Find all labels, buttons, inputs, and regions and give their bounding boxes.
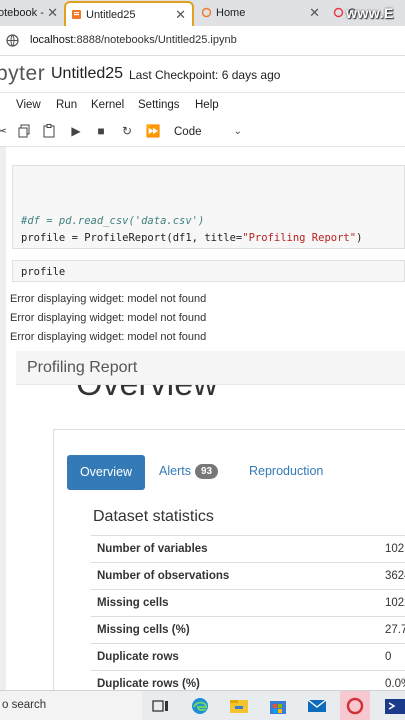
notebook-page: #df = pd.read_csv('data.csv') profile = … — [6, 147, 405, 690]
jupyter-tab-icon — [72, 10, 81, 19]
close-icon[interactable]: ✕ — [175, 3, 186, 26]
notebook-area: #df = pd.read_csv('data.csv') profile = … — [0, 147, 405, 690]
stat-value: 3624 — [385, 570, 405, 582]
cut-icon[interactable]: ✂ — [0, 123, 10, 139]
tab-reproduction[interactable]: Reproduction — [249, 464, 323, 478]
alerts-count-badge: 93 — [194, 464, 219, 479]
taskbar-search[interactable]: o search — [0, 691, 142, 720]
browser-tab-notebook[interactable]: otebook - ✕ — [0, 1, 62, 26]
table-row: Missing cells 1022 — [91, 589, 405, 616]
stat-label: Number of variables — [97, 543, 208, 555]
tab-alerts-label: Alerts — [159, 464, 191, 478]
error-message: Error displaying widget: model not found — [10, 293, 207, 305]
run-icon[interactable]: ▶ — [68, 123, 84, 139]
stat-value: 102 — [385, 543, 405, 555]
powershell-icon[interactable] — [383, 696, 405, 716]
menu-settings[interactable]: Settings — [138, 99, 180, 111]
close-icon[interactable]: ✕ — [47, 1, 58, 25]
browser-tab-bar: otebook - ✕ Untitled25 ✕ Home ✕ C www.E — [0, 0, 405, 26]
copy-icon[interactable] — [16, 123, 32, 139]
stat-label: Duplicate rows (%) — [97, 678, 200, 690]
page-icon — [333, 7, 344, 18]
stat-label: Number of observations — [97, 570, 230, 582]
dataset-statistics-title: Dataset statistics — [93, 508, 214, 525]
tab-overview[interactable]: Overview — [67, 455, 145, 490]
tab-alerts[interactable]: Alerts 93 — [159, 464, 219, 479]
code-comment: #df = pd.read_csv('data.csv') — [21, 215, 205, 227]
task-view-icon[interactable] — [150, 696, 172, 716]
paste-icon[interactable] — [41, 123, 57, 139]
browser-tab-home[interactable]: Home ✕ — [196, 1, 326, 26]
last-checkpoint: Last Checkpoint: 6 days ago — [129, 68, 281, 82]
stop-icon[interactable]: ■ — [93, 123, 109, 139]
edge-icon[interactable] — [189, 696, 211, 716]
site-info-icon[interactable] — [6, 34, 19, 47]
table-row: Number of variables 102 — [91, 535, 405, 562]
address-bar[interactable]: localhost:8888/notebooks/Untitled25.ipyn… — [0, 26, 405, 56]
code-cell[interactable]: #df = pd.read_csv('data.csv') profile = … — [12, 165, 405, 249]
tab-label: otebook - — [0, 7, 44, 19]
stat-value: 27.7% — [385, 624, 405, 636]
report-title[interactable]: Profiling Report — [27, 359, 137, 377]
app-icon-active[interactable] — [340, 691, 370, 720]
url-host: localhost — [30, 34, 74, 46]
jupyter-tab-icon — [201, 7, 212, 18]
url-path: :8888/notebooks/Untitled25.ipynb — [73, 34, 237, 46]
menu-view[interactable]: View — [16, 99, 41, 111]
stat-value: 0.0% — [385, 678, 405, 690]
jupyter-header: pyter Untitled25 Last Checkpoint: 6 days… — [0, 56, 405, 93]
menu-kernel[interactable]: Kernel — [91, 99, 124, 111]
table-row: Number of observations 3624 — [91, 562, 405, 589]
cell-type-value: Code — [174, 126, 202, 138]
code-cell[interactable]: profile — [12, 260, 405, 282]
notebook-title[interactable]: Untitled25 — [51, 65, 123, 83]
error-message: Error displaying widget: model not found — [10, 312, 207, 324]
code-line: profile = ProfileReport(df1, title="Prof… — [21, 232, 362, 244]
file-explorer-icon[interactable] — [228, 696, 250, 716]
code-string: "Profiling Report" — [242, 232, 357, 244]
mail-icon[interactable] — [306, 696, 328, 716]
tab-label: Home — [216, 7, 246, 19]
restart-icon[interactable]: ↻ — [119, 123, 135, 139]
overview-panel: Overview Alerts 93 Reproduction Dataset s… — [53, 429, 405, 690]
code-line: profile — [21, 266, 66, 278]
menu-help[interactable]: Help — [195, 99, 219, 111]
tab-label: Untitled25 — [86, 9, 136, 21]
table-row: Duplicate rows 0 — [91, 643, 405, 670]
browser-tab-untitled25[interactable]: Untitled25 ✕ — [64, 1, 194, 26]
table-row: Duplicate rows (%) 0.0% — [91, 670, 405, 690]
jupyter-logo[interactable]: pyter — [0, 62, 45, 86]
chevron-down-icon: ⌄ — [233, 126, 242, 137]
error-message: Error displaying widget: model not found — [10, 331, 207, 343]
stat-value: 0 — [385, 651, 392, 663]
report-navbar: Profiling Report — [16, 351, 405, 385]
table-row: Missing cells (%) 27.7% — [91, 616, 405, 643]
store-icon[interactable] — [267, 696, 289, 716]
code-text: ) — [356, 232, 363, 244]
menu-bar: View Run Kernel Settings Help — [0, 93, 405, 117]
fast-forward-icon[interactable]: ⏩ — [145, 123, 161, 139]
cell-type-select[interactable]: Code ⌄ — [170, 123, 246, 141]
notebook-toolbar: ✂ ▶ ■ ↻ ⏩ Code ⌄ — [0, 117, 405, 147]
stat-value: 1022 — [385, 597, 405, 609]
close-icon[interactable]: ✕ — [309, 1, 320, 25]
stat-label: Missing cells — [97, 597, 169, 609]
url-text[interactable]: localhost:8888/notebooks/Untitled25.ipyn… — [30, 34, 237, 46]
stat-label: Duplicate rows — [97, 651, 179, 663]
stat-label: Missing cells (%) — [97, 624, 190, 636]
watermark: www.E — [346, 5, 394, 21]
code-text: profile = ProfileReport(df1, title= — [21, 232, 243, 244]
menu-run[interactable]: Run — [56, 99, 77, 111]
taskbar-search-placeholder: o search — [2, 699, 47, 711]
os-taskbar: o search — [0, 690, 405, 720]
